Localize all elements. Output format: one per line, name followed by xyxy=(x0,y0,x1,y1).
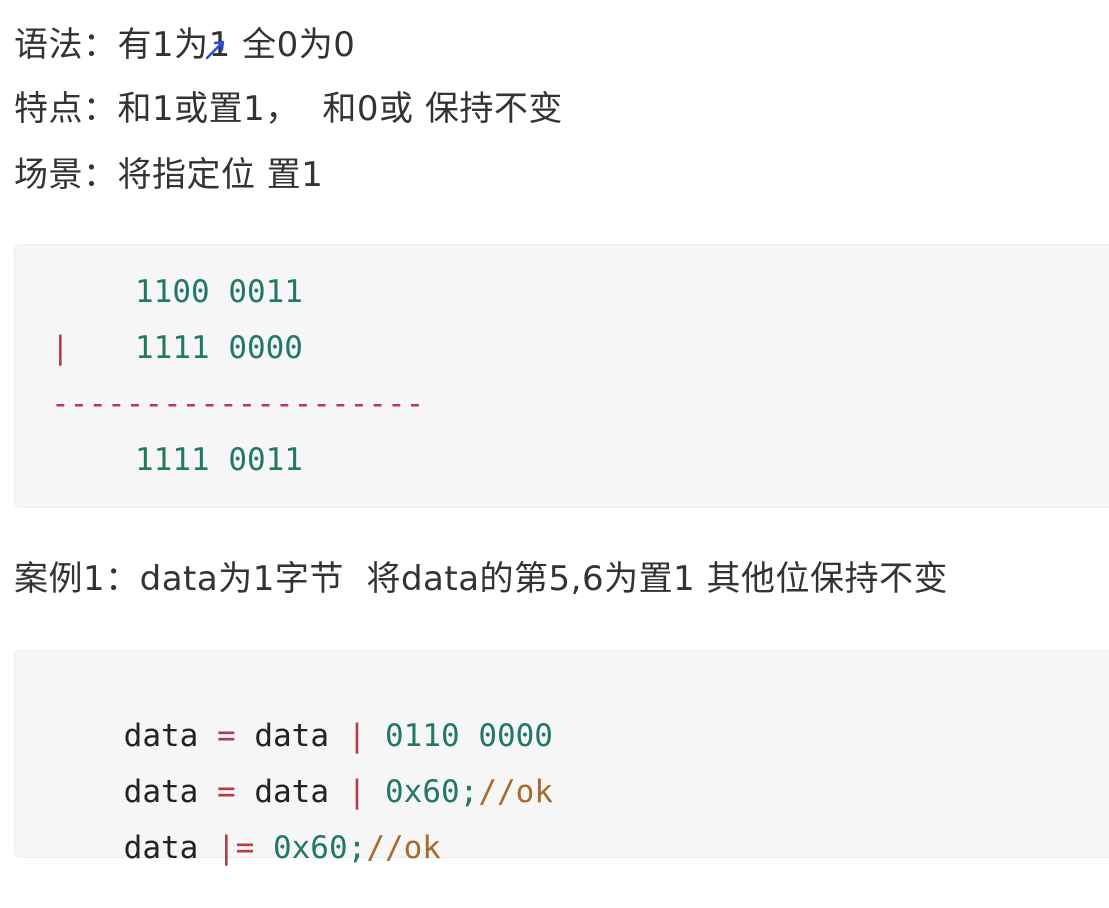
code-comment: //ok xyxy=(366,830,441,866)
operand-row-2: 1111 0000 xyxy=(135,330,303,366)
code-example-block: data = data | 0110 0000 data = data | 0x… xyxy=(14,650,1109,866)
scene-line: 场景：将指定位 置1 xyxy=(14,155,324,195)
code-var: data xyxy=(123,830,199,866)
code-line-3: data |= 0x60;//ok xyxy=(49,788,441,908)
code-or-assign-op: |= xyxy=(216,830,255,866)
code-value: 0x60; xyxy=(272,830,367,866)
feature-line: 特点：和1或置1， 和0或 保持不变 xyxy=(14,89,563,129)
bitwise-example-block: 1100 0011 | 1111 0000 ------------------… xyxy=(14,244,1109,508)
case-title: 案例1：data为1字节 将data的第5,6为置1 其他位保持不变 xyxy=(14,559,949,599)
mouse-cursor-icon xyxy=(205,40,225,60)
syntax-line: 语法：有1为1 全0为0 xyxy=(14,25,356,65)
divider-line: -------------------- xyxy=(51,386,425,422)
or-operator: | xyxy=(51,330,70,366)
result-row: 1111 0011 xyxy=(135,442,303,478)
operand-row-1: 1100 0011 xyxy=(135,274,303,310)
code-comment: //ok xyxy=(478,774,553,810)
